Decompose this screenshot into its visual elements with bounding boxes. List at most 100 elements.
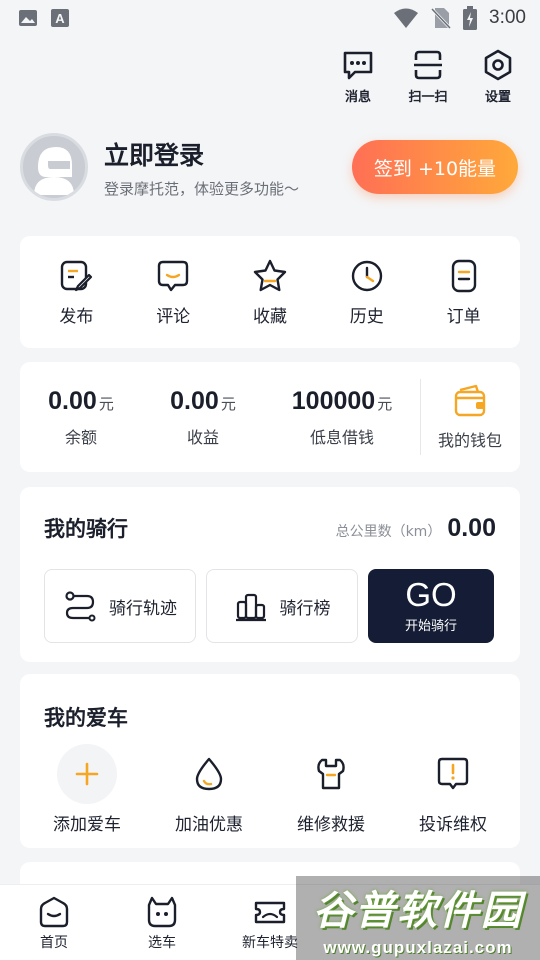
quick-item-publish[interactable]: 发布 <box>36 258 116 327</box>
helmet-avatar-icon <box>34 147 74 195</box>
settings-label: 设置 <box>484 90 511 105</box>
quick-item-favorite[interactable]: 收藏 <box>230 258 310 327</box>
go-label: GO <box>405 576 457 613</box>
wallet-card: 0.00 元 余额 0.00 元 收益 100000 元 低息借钱 我的钱包 <box>20 362 520 472</box>
earnings-label: 收益 <box>186 427 219 447</box>
home-icon <box>39 896 69 928</box>
quick-item-order[interactable]: 订单 <box>424 258 504 327</box>
riding-card: 我的骑行 总公里数（km） 0.00 骑行轨迹 骑行榜 GO 开始骑行 <box>20 487 520 662</box>
scan-icon <box>414 50 442 80</box>
login-subtitle: 登录摩托范，体验更多功能～ <box>104 179 300 198</box>
fuel-discount-button[interactable]: 加油优惠 <box>154 744 264 835</box>
complaint-icon <box>437 757 469 790</box>
loan-value: 100000 <box>291 386 376 415</box>
login-title[interactable]: 立即登录 <box>104 136 352 172</box>
repair-rescue-button[interactable]: 维修救援 <box>276 744 386 835</box>
balance-value: 0.00 <box>48 386 97 415</box>
add-car-label: 添加爱车 <box>53 815 121 835</box>
star-icon <box>253 259 287 291</box>
start-riding-label: 开始骑行 <box>404 619 457 634</box>
plus-icon <box>75 762 99 786</box>
watermark-text: 谷普软件园 <box>313 888 523 934</box>
my-wallet-button[interactable]: 我的钱包 <box>421 383 519 451</box>
add-car-button[interactable]: 添加爱车 <box>32 744 142 835</box>
earnings-unit: 元 <box>220 395 236 413</box>
wrench-icon <box>317 758 345 790</box>
ride-track-label: 骑行轨迹 <box>109 598 177 619</box>
wallet-icon <box>454 384 486 417</box>
total-km-value: 0.00 <box>447 514 496 542</box>
tab-home-label: 首页 <box>40 935 68 951</box>
quick-label-favorite: 收藏 <box>252 306 287 327</box>
edit-icon <box>61 260 93 291</box>
ride-track-button[interactable]: 骑行轨迹 <box>44 569 196 643</box>
balance-stat[interactable]: 0.00 元 余额 <box>20 387 142 448</box>
svg-text:A: A <box>55 11 65 26</box>
repair-rescue-label: 维修救援 <box>297 815 365 835</box>
add-car-icon-wrap <box>57 744 117 804</box>
loan-stat[interactable]: 100000 元 低息借钱 <box>264 387 420 448</box>
balance-unit: 元 <box>98 395 114 413</box>
earnings-stat[interactable]: 0.00 元 收益 <box>142 387 264 448</box>
settings-icon <box>484 49 512 81</box>
quick-label-order: 订单 <box>446 306 481 327</box>
no-sim-icon <box>431 7 452 29</box>
my-car-title: 我的爱车 <box>44 706 128 730</box>
balance-label: 余额 <box>64 427 97 447</box>
sale-icon <box>254 901 286 924</box>
fuel-discount-label: 加油优惠 <box>175 815 243 835</box>
battery-icon <box>463 6 478 30</box>
message-icon <box>343 51 373 80</box>
select-car-icon <box>147 896 177 928</box>
tab-select-car-label: 选车 <box>148 935 176 951</box>
watermark-url: www.gupuxlazai.com <box>323 938 513 957</box>
settings-button[interactable]: 设置 <box>474 48 522 105</box>
order-icon <box>451 259 476 292</box>
ride-rank-button[interactable]: 骑行榜 <box>206 569 358 643</box>
messages-button[interactable]: 消息 <box>334 48 382 105</box>
scan-button[interactable]: 扫一扫 <box>404 48 452 105</box>
earnings-value: 0.00 <box>170 386 219 415</box>
quick-menu-card: 发布 评论 收藏 历史 订单 <box>20 236 520 348</box>
scan-label: 扫一扫 <box>408 90 448 105</box>
my-car-card: 我的爱车 添加爱车 加油优惠 维修救援 投诉维权 <box>20 674 520 848</box>
login-prompt[interactable]: 立即登录 登录摩托范，体验更多功能～ <box>104 136 352 199</box>
complaint-button[interactable]: 投诉维权 <box>398 744 508 835</box>
complaint-label: 投诉维权 <box>419 815 487 835</box>
quick-item-comment[interactable]: 评论 <box>133 258 213 327</box>
quick-item-history[interactable]: 历史 <box>327 258 407 327</box>
complaint-icon-wrap <box>423 744 483 804</box>
earnings-value-row: 0.00 元 <box>170 387 236 416</box>
comment-icon <box>157 260 189 291</box>
riding-actions: 骑行轨迹 骑行榜 GO 开始骑行 <box>44 569 496 643</box>
ride-rank-label: 骑行榜 <box>279 598 331 619</box>
status-bar: A 3:00 <box>0 0 540 36</box>
my-car-actions: 添加爱车 加油优惠 维修救援 投诉维权 <box>26 744 514 835</box>
fuel-drop-icon <box>195 757 223 791</box>
tab-home[interactable]: 首页 <box>4 895 104 952</box>
total-km: 总公里数（km） 0.00 <box>336 514 496 543</box>
quick-label-comment: 评论 <box>156 306 191 327</box>
riding-title: 我的骑行 <box>44 517 128 541</box>
avatar[interactable] <box>20 133 88 201</box>
riding-header: 我的骑行 总公里数（km） 0.00 <box>44 513 496 543</box>
loan-label: 低息借钱 <box>309 427 374 447</box>
messages-label: 消息 <box>344 90 371 105</box>
clock-icon <box>351 260 382 291</box>
podium-icon <box>235 593 266 622</box>
repair-icon-wrap <box>301 744 361 804</box>
loan-value-row: 100000 元 <box>292 387 392 416</box>
tab-new-car-sale-label: 新车特卖 <box>242 935 298 951</box>
tab-select-car[interactable]: 选车 <box>112 895 212 952</box>
top-actions: 消息 扫一扫 设置 <box>334 48 522 105</box>
quick-label-history: 历史 <box>349 306 384 327</box>
wifi-icon <box>394 8 419 28</box>
checkin-button[interactable]: 签到 +10能量 <box>352 140 518 194</box>
start-riding-button[interactable]: GO 开始骑行 <box>368 569 494 643</box>
loan-unit: 元 <box>377 395 393 413</box>
quick-label-publish: 发布 <box>59 306 94 327</box>
profile-header: 立即登录 登录摩托范，体验更多功能～ 签到 +10能量 <box>20 130 518 204</box>
clock-time: 3:00 <box>489 7 526 28</box>
my-wallet-label: 我的钱包 <box>437 431 502 450</box>
total-km-label: 总公里数（km） <box>335 524 442 540</box>
